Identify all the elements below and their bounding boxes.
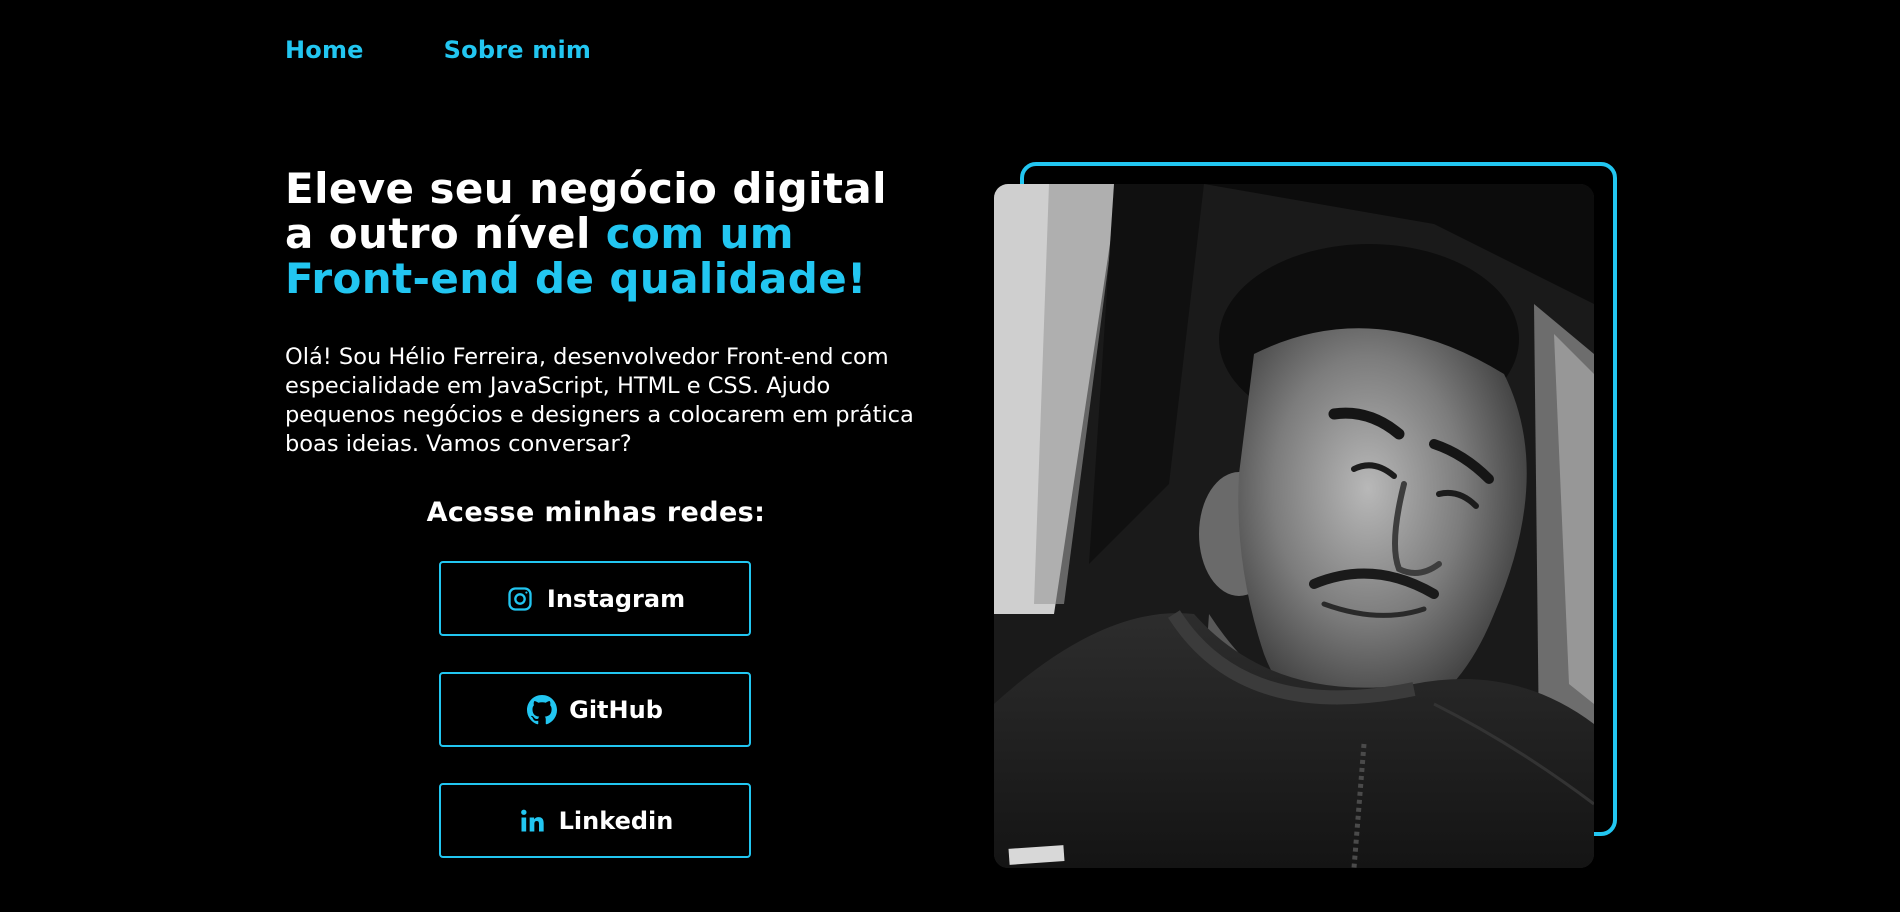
intro-text: Olá! Sou Hélio Ferreira, desenvolvedor F… [285, 344, 914, 457]
nav-home-link[interactable]: Home [285, 36, 364, 64]
headline-text: Eleve seu negócio digital a outro nível [285, 164, 887, 258]
hero-headline: Eleve seu negócio digital a outro nível … [285, 166, 925, 301]
main-nav: Home Sobre mim [285, 36, 591, 64]
instagram-button[interactable]: Instagram [439, 561, 751, 636]
instagram-label: Instagram [546, 584, 686, 613]
linkedin-icon [517, 806, 547, 836]
nav-about-link[interactable]: Sobre mim [444, 36, 591, 64]
socials-title: Acesse minhas redes: [426, 497, 766, 528]
instagram-icon [505, 584, 535, 614]
github-button[interactable]: GitHub [439, 672, 751, 747]
github-icon [527, 694, 558, 725]
linkedin-label: Linkedin [558, 806, 674, 835]
github-label: GitHub [569, 695, 663, 724]
linkedin-button[interactable]: Linkedin [439, 783, 751, 858]
profile-photo [994, 184, 1594, 868]
